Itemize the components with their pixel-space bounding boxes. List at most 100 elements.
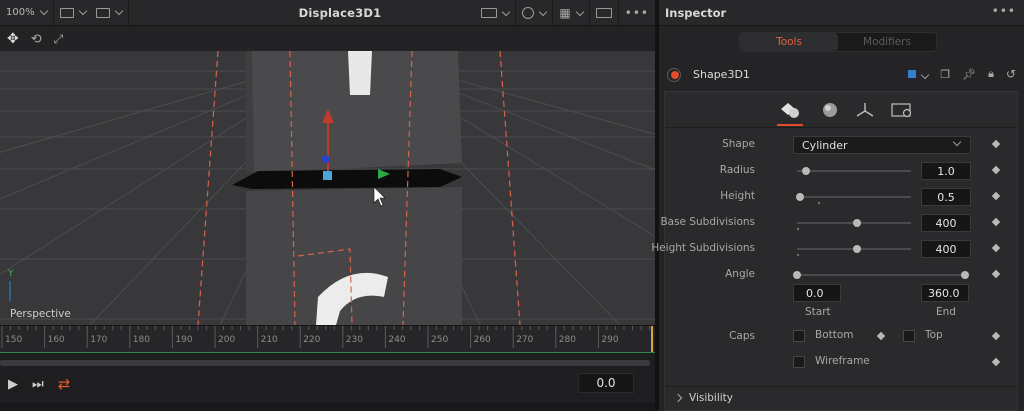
tick-label: 220 [303, 335, 321, 345]
subview-icon [95, 7, 110, 18]
3d-viewport[interactable]: Y Perspective [0, 51, 655, 325]
transport-controls: ▶ ⏭ ⇄ [0, 367, 655, 401]
tick-label: 280 [558, 335, 576, 345]
keyframe-icon[interactable] [991, 269, 1001, 279]
chevron-down-icon [920, 70, 930, 79]
lock-icon[interactable]: 🔒︎ [988, 67, 994, 81]
reset-icon[interactable]: ↺ [1006, 67, 1016, 81]
base-subdivisions-field[interactable]: 400 [921, 214, 971, 232]
visibility-section-header[interactable]: Visibility [665, 386, 1017, 410]
angle-start-field[interactable]: 0.0 [793, 284, 841, 302]
viewer-toolbar: 100% Displace3D1 ▦ ••• [0, 0, 655, 26]
height-subdivisions-slider[interactable] [797, 245, 911, 253]
tick-label: 150 [5, 335, 23, 345]
settings-page-tab[interactable] [887, 97, 917, 123]
color-swatch-dropdown[interactable] [908, 68, 930, 81]
play-icon[interactable]: ▶ [8, 377, 18, 392]
timeline-green-line [0, 352, 655, 353]
controls-panel: Shape Cylinder Radius 1.0 Height 0.5 Bas… [651, 91, 1018, 411]
scrub-bar[interactable] [0, 360, 650, 366]
display-options-dropdown[interactable] [475, 0, 517, 26]
keyframe-icon[interactable] [991, 217, 1001, 227]
keyframe-icon[interactable] [991, 165, 1001, 175]
chevron-down-icon [952, 137, 962, 147]
pin-icon[interactable]: 📌︎ [962, 68, 976, 81]
controls-page-tab[interactable] [775, 97, 805, 126]
tool-header[interactable]: Shape3D1 ❐ 📌︎ 🔒︎ ↺ [659, 63, 1024, 87]
viewer-pane: 100% Displace3D1 ▦ ••• ✥ ⟲ ⤢ Y Perspecti… [0, 0, 655, 411]
transform-axes-icon [856, 103, 874, 117]
display-icon [481, 8, 498, 18]
keyframe-icon[interactable] [991, 331, 1001, 341]
transform-page-tab[interactable] [850, 97, 880, 123]
materials-page-tab[interactable] [815, 97, 845, 123]
current-frame-field[interactable]: 0.0 [578, 373, 634, 393]
bottom-cap-checkbox[interactable] [793, 330, 805, 342]
viewer-options-button[interactable]: ••• [619, 0, 655, 26]
enable-toggle-icon[interactable] [671, 71, 679, 79]
playhead-marker[interactable] [651, 326, 653, 352]
loop-icon[interactable]: ⇄ [58, 375, 71, 393]
scale-icon[interactable]: ⤢ [54, 32, 64, 47]
base-subdivisions-slider[interactable] [797, 219, 911, 227]
tab-modifiers[interactable]: Modifiers [838, 33, 936, 51]
angle-fields-row: 0.0 360.0 [665, 284, 1017, 304]
range-start-knob[interactable] [793, 271, 801, 279]
bottom-cap-label: Bottom [815, 329, 854, 341]
bottom-strip [0, 403, 655, 411]
radius-label: Radius [719, 164, 755, 176]
keyframe-icon[interactable] [991, 357, 1001, 367]
top-cap-checkbox[interactable] [903, 330, 915, 342]
chevron-down-icon [39, 6, 48, 16]
keyframe-icon[interactable] [991, 243, 1001, 253]
viewer-right-tools: ▦ ••• [475, 0, 655, 26]
default-mark [818, 202, 820, 204]
height-field[interactable]: 0.5 [921, 188, 971, 206]
skip-to-end-icon[interactable]: ⏭ [32, 377, 44, 392]
tab-tools[interactable]: Tools [740, 33, 838, 51]
height-slider[interactable] [796, 193, 911, 201]
tick-label: 210 [260, 335, 278, 345]
tick-label: 240 [388, 335, 406, 345]
angle-end-field[interactable]: 360.0 [921, 284, 969, 302]
inspector-tabs: Tools Modifiers [739, 32, 937, 52]
slider-knob[interactable] [796, 193, 805, 201]
slider-knob[interactable] [853, 219, 862, 227]
fullscreen-button[interactable] [590, 0, 619, 26]
timeline-ruler[interactable]: 150 160 170 180 190 200 210 220 230 240 250 260 270 2… [0, 325, 655, 353]
keyframe-icon[interactable] [991, 139, 1001, 149]
height-label: Height [720, 190, 755, 202]
default-mark [797, 254, 799, 256]
keyframe-icon[interactable] [991, 191, 1001, 201]
inspector-header: Inspector ••• [659, 0, 1024, 26]
grid-dropdown[interactable]: ▦ [553, 0, 590, 26]
layout-dropdown[interactable] [54, 0, 129, 26]
viewport-scene [0, 51, 655, 325]
radius-field[interactable]: 1.0 [921, 162, 971, 180]
material-sphere-icon [823, 103, 837, 117]
range-end-knob[interactable] [961, 271, 969, 279]
wireframe-checkbox[interactable] [793, 356, 805, 368]
lighting-dropdown[interactable] [516, 0, 554, 26]
rotate-icon[interactable]: ⟲ [31, 32, 42, 47]
layout-icon [59, 7, 74, 18]
slider-knob[interactable] [802, 167, 811, 175]
keyframe-icon[interactable] [876, 331, 886, 341]
shape-dropdown[interactable]: Cylinder [793, 136, 971, 154]
color-swatch-icon [908, 69, 917, 78]
height-subdivisions-field[interactable]: 400 [921, 240, 971, 258]
transform-toolbar: ✥ ⟲ ⤢ [0, 27, 655, 51]
caps-row: Caps Bottom Top [665, 327, 1017, 347]
tick-label: 180 [132, 335, 150, 345]
inspector-options-button[interactable]: ••• [992, 4, 1016, 18]
height-subdivisions-label: Height Subdivisions [651, 242, 755, 254]
height-subdivisions-row: Height Subdivisions 400 [651, 239, 1017, 259]
move-icon[interactable]: ✥ [7, 31, 19, 47]
tick-label: 230 [345, 335, 363, 345]
zoom-dropdown[interactable]: 100% [0, 0, 54, 26]
slider-knob[interactable] [853, 245, 862, 253]
angle-range-slider[interactable] [793, 271, 969, 279]
radius-slider[interactable] [797, 167, 911, 175]
versions-icon[interactable]: ❐ [940, 68, 950, 81]
visibility-label: Visibility [689, 392, 734, 404]
